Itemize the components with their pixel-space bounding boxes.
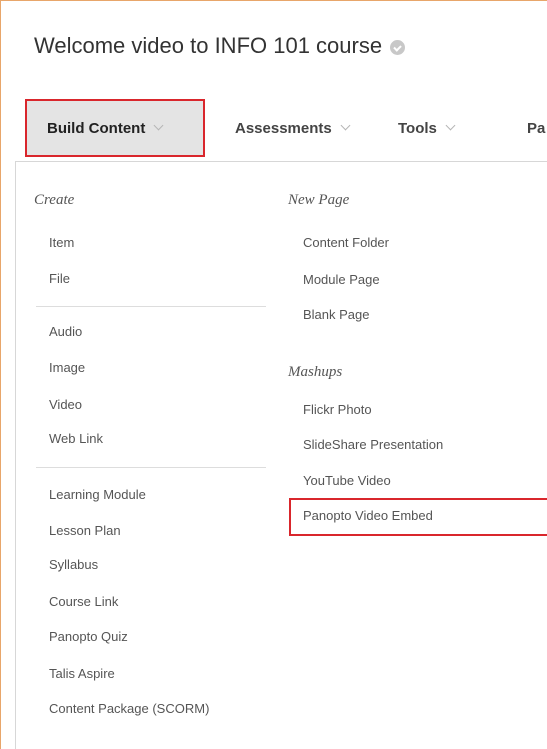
page-title: Welcome video to INFO 101 course bbox=[34, 33, 406, 59]
menu-item-syllabus[interactable]: Syllabus bbox=[49, 557, 98, 572]
menu-item-content-folder[interactable]: Content Folder bbox=[303, 235, 389, 250]
menu-item-flickr-photo[interactable]: Flickr Photo bbox=[303, 402, 372, 417]
chevron-down-icon bbox=[340, 120, 351, 130]
chevron-down-icon bbox=[445, 120, 456, 130]
menu-item-web-link[interactable]: Web Link bbox=[49, 431, 103, 446]
menu-item-image[interactable]: Image bbox=[49, 360, 85, 375]
content-area-frame: Welcome video to INFO 101 course Build C… bbox=[0, 0, 547, 749]
build-content-button[interactable]: Build Content bbox=[25, 99, 205, 157]
build-content-dropdown: Create Item File Audio Image Video Web L… bbox=[15, 161, 547, 749]
options-menu-icon[interactable] bbox=[390, 39, 406, 55]
menu-item-learning-module[interactable]: Learning Module bbox=[49, 487, 146, 502]
menu-item-course-link[interactable]: Course Link bbox=[49, 594, 118, 609]
mashups-group-label: Mashups bbox=[288, 364, 343, 380]
assessments-label: Assessments bbox=[235, 119, 332, 137]
create-group-label: Create bbox=[34, 192, 75, 208]
build-content-label: Build Content bbox=[47, 119, 146, 137]
menu-item-slideshare-presentation[interactable]: SlideShare Presentation bbox=[303, 437, 443, 452]
menu-divider bbox=[36, 306, 266, 307]
menu-item-module-page[interactable]: Module Page bbox=[303, 272, 380, 287]
new-page-group-label: New Page bbox=[288, 192, 350, 208]
menu-item-youtube-video[interactable]: YouTube Video bbox=[303, 473, 391, 488]
tools-button[interactable]: Tools bbox=[398, 99, 456, 157]
menu-item-lesson-plan[interactable]: Lesson Plan bbox=[49, 523, 121, 538]
menu-item-blank-page[interactable]: Blank Page bbox=[303, 307, 370, 322]
tools-label: Tools bbox=[398, 119, 437, 137]
partner-content-label: Pa bbox=[527, 119, 546, 137]
menu-item-content-package[interactable]: Content Package (SCORM) bbox=[49, 701, 209, 716]
menu-divider bbox=[36, 467, 266, 468]
partner-content-button[interactable]: Pa bbox=[527, 99, 545, 157]
menu-item-talis-aspire[interactable]: Talis Aspire bbox=[49, 666, 115, 681]
menu-item-panopto-quiz[interactable]: Panopto Quiz bbox=[49, 629, 128, 644]
menu-item-item[interactable]: Item bbox=[49, 235, 74, 250]
menu-item-audio[interactable]: Audio bbox=[49, 324, 82, 339]
menu-item-panopto-video-embed[interactable]: Panopto Video Embed bbox=[303, 508, 433, 523]
menu-item-file[interactable]: File bbox=[49, 271, 70, 286]
menu-item-video[interactable]: Video bbox=[49, 397, 82, 412]
chevron-down-icon bbox=[153, 120, 164, 130]
assessments-button[interactable]: Assessments bbox=[235, 99, 351, 157]
page-title-text: Welcome video to INFO 101 course bbox=[34, 33, 383, 58]
content-toolbar: Build Content Assessments Tools Pa bbox=[15, 99, 547, 161]
